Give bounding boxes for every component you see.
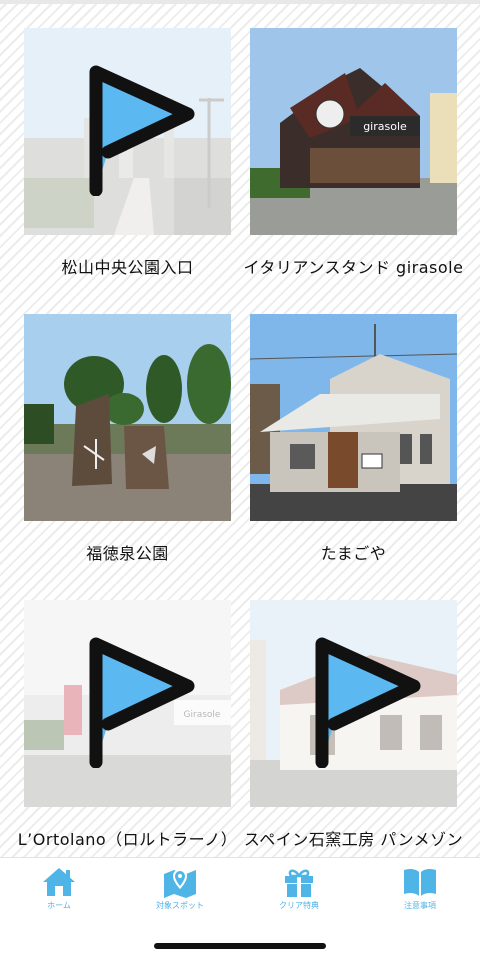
top-divider [0, 0, 480, 4]
spot-photo-1 [24, 28, 231, 235]
spot-name: イタリアンスタンド girasole [243, 258, 464, 277]
tab-home[interactable]: ホーム [9, 866, 109, 911]
spot-photo-5: Girasole [24, 600, 231, 807]
spot-name: 松山中央公園入口 [61, 258, 194, 277]
tab-label: クリア特典 [279, 901, 319, 910]
tab-spots[interactable]: 対象スポット [130, 866, 230, 911]
spot-name: 福徳泉公園 [86, 544, 169, 563]
tab-label: 注意事項 [404, 901, 436, 910]
tab-label: ホーム [47, 901, 71, 910]
spot-name: スペイン石窯工房 パンメゾン [243, 830, 464, 849]
home-icon [43, 868, 75, 896]
spot-photo-3 [24, 314, 231, 521]
book-icon [404, 868, 436, 896]
spot-name: たまごや [320, 544, 387, 563]
flag-icon [89, 637, 195, 768]
flag-icon [315, 637, 421, 768]
tab-rewards[interactable]: クリア特典 [249, 866, 349, 911]
spot-photo-6 [250, 600, 457, 807]
tab-notes[interactable]: 注意事項 [370, 866, 470, 911]
spot-photo-4 [250, 314, 457, 521]
map-pin-icon [164, 869, 196, 898]
tab-label: 対象スポット [156, 901, 204, 910]
gift-icon [285, 869, 313, 897]
spot-photo-2: girasole [250, 28, 457, 235]
spot-name: L’Ortolano（ロルトラーノ） [17, 830, 238, 849]
flag-icon [89, 65, 195, 196]
svg-text:girasole: girasole [363, 120, 407, 133]
home-indicator[interactable] [154, 943, 326, 949]
